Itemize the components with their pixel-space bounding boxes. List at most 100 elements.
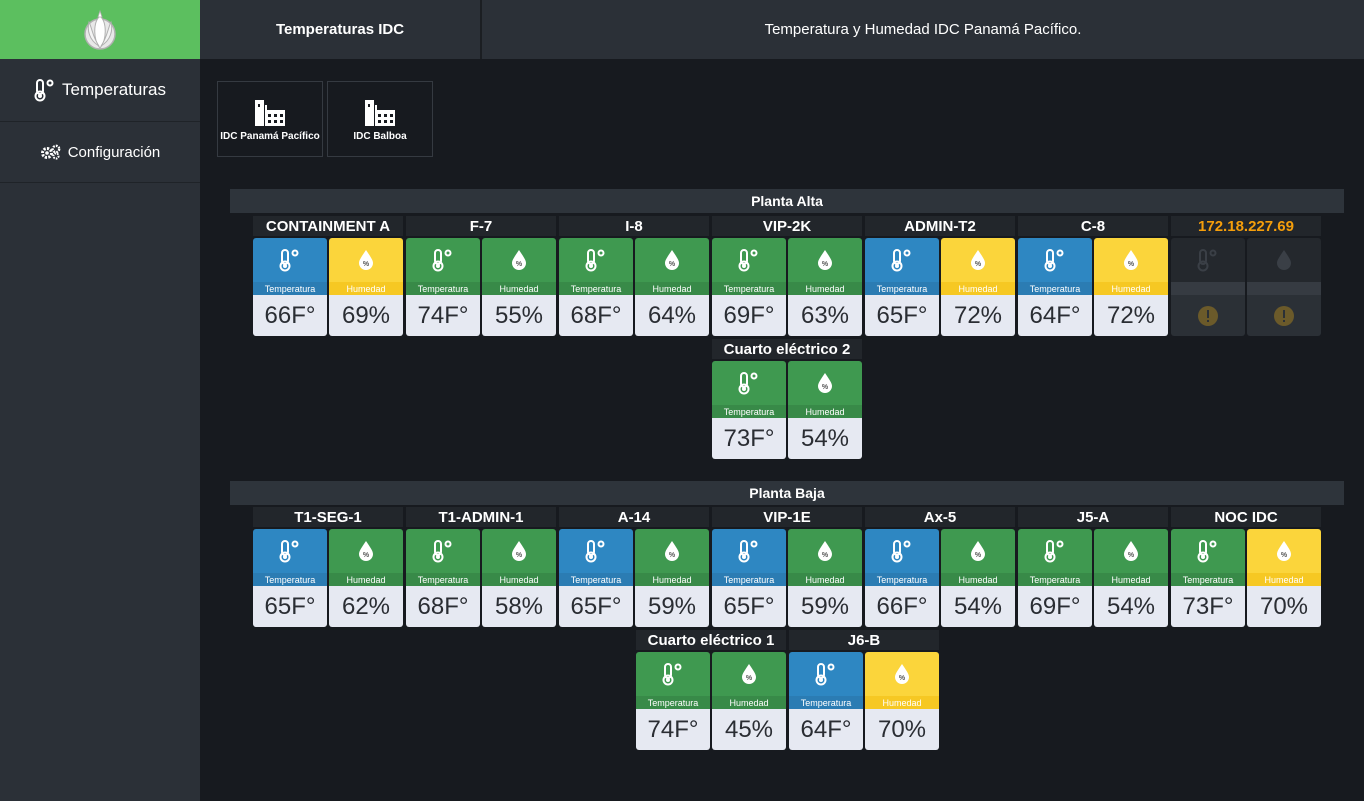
humidity-card[interactable]: % Humedad 63% [788, 238, 862, 336]
svg-text:%: % [669, 261, 676, 268]
humidity-card[interactable]: % Humedad 70% [865, 652, 939, 750]
humidity-drop-icon: % [1247, 529, 1321, 573]
temperature-card[interactable]: Temperatura 74F° [636, 652, 710, 750]
temperature-card[interactable]: Temperatura 69F° [712, 238, 786, 336]
tab-temperaturas-idc[interactable]: Temperaturas IDC [200, 0, 482, 59]
humidity-card[interactable]: % Humedad 72% [941, 238, 1015, 336]
room-title: A-14 [559, 507, 709, 527]
room-vip-2k: VIP-2K Temperatura 69F°% Humedad 63% [712, 216, 862, 336]
svg-text:%: % [516, 261, 523, 268]
thermometer-icon [712, 238, 786, 282]
temperature-label: Temperatura [636, 696, 710, 709]
temperature-card[interactable] [1171, 238, 1245, 336]
logo-icon [84, 9, 116, 50]
temperature-value: 74F° [406, 295, 480, 336]
room-title: F-7 [406, 216, 556, 236]
site-button-idc-panama-pacifico[interactable]: IDC Panamá Pacífico [217, 81, 323, 157]
humidity-card[interactable]: % Humedad 62% [329, 529, 403, 627]
humidity-card[interactable]: % Humedad 54% [1094, 529, 1168, 627]
room-cards: Temperatura 65F°% Humedad 72% [865, 238, 1015, 336]
temperature-card[interactable]: Temperatura 65F° [712, 529, 786, 627]
temperature-card[interactable]: Temperatura 66F° [253, 238, 327, 336]
temperature-value: 65F° [559, 586, 633, 627]
temperature-value: 73F° [1171, 586, 1245, 627]
sidebar-item-label: Temperaturas [62, 80, 166, 99]
thermometer-icon [1018, 529, 1092, 573]
humidity-label: Humedad [482, 282, 556, 295]
humidity-card[interactable]: % Humedad 59% [635, 529, 709, 627]
humidity-card[interactable]: % Humedad 55% [482, 238, 556, 336]
humidity-card[interactable]: % Humedad 69% [329, 238, 403, 336]
humidity-label: Humedad [712, 696, 786, 709]
room-cards: Temperatura 69F°% Humedad 54% [1018, 529, 1168, 627]
humidity-value: 69% [329, 295, 403, 336]
humidity-card[interactable]: % Humedad 54% [941, 529, 1015, 627]
humidity-card[interactable]: % Humedad 58% [482, 529, 556, 627]
site-button-idc-balboa[interactable]: IDC Balboa [327, 81, 433, 157]
temperature-value: 65F° [712, 586, 786, 627]
humidity-card[interactable] [1247, 238, 1321, 336]
temperature-card[interactable]: Temperatura 73F° [1171, 529, 1245, 627]
sidebar-item-configuracion[interactable]: Configuración [0, 122, 200, 183]
temperature-card[interactable]: Temperatura 74F° [406, 238, 480, 336]
temperature-label: Temperatura [559, 282, 633, 295]
temperature-card[interactable]: Temperatura 64F° [1018, 238, 1092, 336]
humidity-label: Humedad [635, 282, 709, 295]
alert-icon [1247, 295, 1321, 336]
room-cuarto-electrico-2: Cuarto eléctrico 2 Temperatura 73F°% Humeda… [712, 339, 862, 459]
temperature-value: 73F° [712, 418, 786, 459]
temperature-label: Temperatura [406, 282, 480, 295]
temperature-card[interactable]: Temperatura 64F° [789, 652, 863, 750]
temperature-card[interactable]: Temperatura 73F° [712, 361, 786, 459]
room-title: ADMIN-T2 [865, 216, 1015, 236]
room-title: J5-A [1018, 507, 1168, 527]
sidebar-item-temperaturas[interactable]: Temperaturas [0, 59, 200, 122]
room-i-8: I-8 Temperatura 68F°% Humedad 64% [559, 216, 709, 336]
room-cards: Temperatura 64F°% Humedad 70% [789, 652, 939, 750]
humidity-card[interactable]: % Humedad 45% [712, 652, 786, 750]
thermometer-icon [712, 529, 786, 573]
humidity-drop-icon: % [712, 652, 786, 696]
temperature-card[interactable]: Temperatura 66F° [865, 529, 939, 627]
room-title: VIP-2K [712, 216, 862, 236]
temperature-card[interactable]: Temperatura 65F° [253, 529, 327, 627]
humidity-label: Humedad [1094, 573, 1168, 586]
humidity-card[interactable]: % Humedad 64% [635, 238, 709, 336]
room-vip-1e: VIP-1E Temperatura 65F°% Humedad 59% [712, 507, 862, 627]
svg-text:%: % [1128, 552, 1135, 559]
room-ax-5: Ax-5 Temperatura 66F°% Humedad 54% [865, 507, 1015, 627]
svg-text:%: % [975, 552, 982, 559]
humidity-card[interactable]: % Humedad 70% [1247, 529, 1321, 627]
humidity-drop-icon: % [329, 529, 403, 573]
temperature-card[interactable]: Temperatura 65F° [865, 238, 939, 336]
svg-text:%: % [746, 675, 753, 682]
temperature-card[interactable]: Temperatura 65F° [559, 529, 633, 627]
room-cards [1171, 238, 1321, 336]
humidity-drop-icon: % [865, 652, 939, 696]
humidity-drop-icon: % [1094, 529, 1168, 573]
humidity-drop-icon: % [941, 238, 1015, 282]
thermometer-icon [406, 238, 480, 282]
humidity-card[interactable]: % Humedad 54% [788, 361, 862, 459]
temperature-card[interactable]: Temperatura 69F° [1018, 529, 1092, 627]
svg-text:%: % [975, 261, 982, 268]
humidity-card[interactable]: % Humedad 59% [788, 529, 862, 627]
room-title: VIP-1E [712, 507, 862, 527]
temperature-value: 65F° [253, 586, 327, 627]
humidity-value: 70% [1247, 586, 1321, 627]
humidity-value: 54% [788, 418, 862, 459]
humidity-label: Humedad [788, 405, 862, 418]
humidity-label: Humedad [329, 573, 403, 586]
temperature-label: Temperatura [712, 573, 786, 586]
room-cards: Temperatura 73F°% Humedad 70% [1171, 529, 1321, 627]
temperature-card[interactable]: Temperatura 68F° [559, 238, 633, 336]
room-noc-idc: NOC IDC Temperatura 73F°% Humedad 70% [1171, 507, 1321, 627]
thermometer-icon [253, 529, 327, 573]
room-cards: Temperatura 74F°% Humedad 55% [406, 238, 556, 336]
svg-text:%: % [822, 552, 829, 559]
temperature-card[interactable]: Temperatura 68F° [406, 529, 480, 627]
room-title: T1-SEG-1 [253, 507, 403, 527]
svg-text:%: % [363, 261, 370, 268]
site-label: IDC Balboa [353, 131, 407, 142]
humidity-card[interactable]: % Humedad 72% [1094, 238, 1168, 336]
